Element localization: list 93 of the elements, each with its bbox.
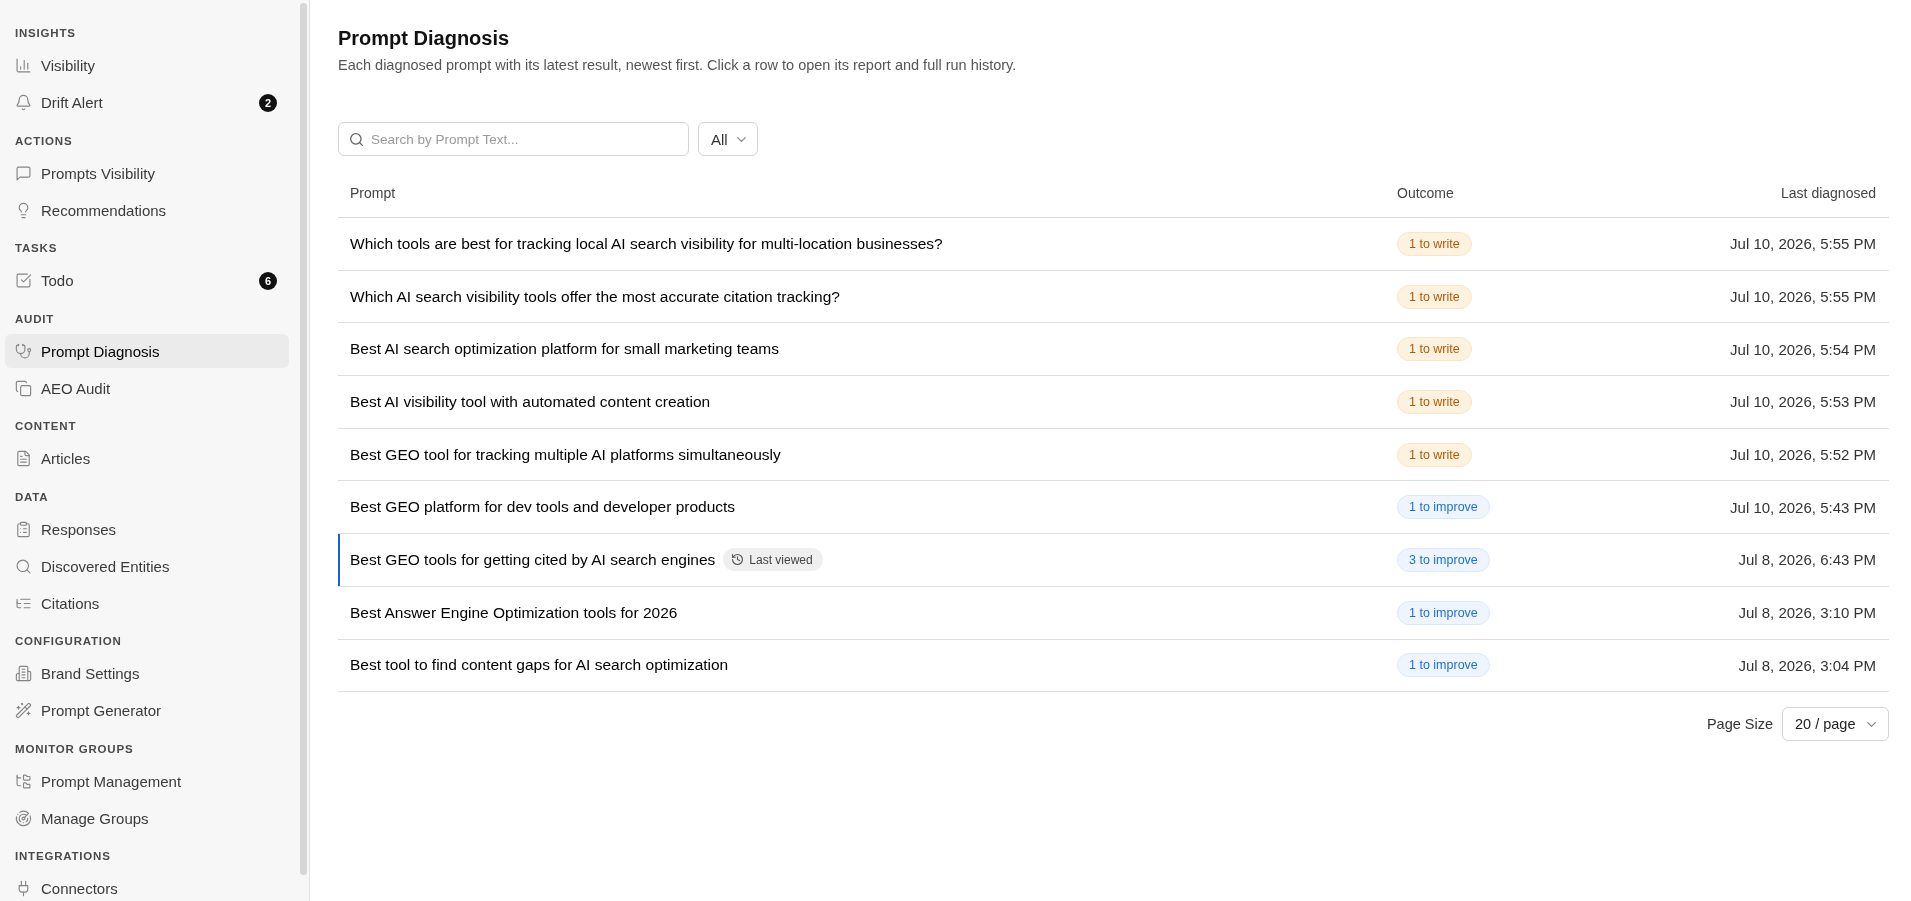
count-badge: 2 bbox=[259, 93, 277, 112]
document-icon bbox=[16, 451, 31, 466]
clipboard-icon bbox=[16, 521, 31, 537]
page-size-label: Page Size bbox=[1706, 716, 1773, 733]
table-row[interactable]: Which tools are best for tracking local AI search visibility for multi-location businesses? 1 to write Jul 10, 2026, 5:55 PM bbox=[338, 218, 1889, 271]
tag-label: Last viewed bbox=[749, 552, 813, 567]
radar-icon bbox=[16, 810, 31, 826]
prompt-text: Which AI search visibility tools offer the most accurate citation tracking? bbox=[350, 287, 840, 306]
outcome-badge: 1 to write bbox=[1397, 337, 1472, 362]
date-text: Jul 8, 2026, 6:43 PM bbox=[1738, 551, 1876, 569]
speech-bubble-icon bbox=[16, 165, 31, 181]
column-header: Last diagnosed bbox=[1781, 184, 1877, 201]
date-text: Jul 10, 2026, 5:54 PM bbox=[1730, 340, 1876, 358]
building-icon bbox=[16, 666, 31, 681]
section-heading: TASKS bbox=[14, 241, 59, 257]
section-heading: CONTENT bbox=[14, 419, 78, 435]
table-row[interactable]: Best AI search optimization platform for small marketing teams 1 to write Jul 10, 2026, 5:54 PM bbox=[338, 323, 1889, 377]
page-description: Each diagnosed prompt with its latest result, newest first. Click a row to open its report and full run history. bbox=[338, 56, 1018, 75]
pages-icon bbox=[16, 380, 31, 396]
date-text: Jul 8, 2026, 3:10 PM bbox=[1738, 604, 1876, 622]
column-header: Outcome bbox=[1396, 184, 1455, 201]
section-heading: ACTIONS bbox=[14, 133, 74, 149]
chevron-down-icon bbox=[1867, 721, 1876, 727]
prompt-text: Best GEO platform for dev tools and developer products bbox=[350, 498, 736, 517]
outcome-badge: 1 to improve bbox=[1397, 653, 1490, 678]
checked-square-icon bbox=[16, 273, 31, 288]
search-icon bbox=[350, 132, 363, 146]
page-title: Prompt Diagnosis bbox=[338, 26, 511, 51]
column-header: Prompt bbox=[349, 184, 397, 201]
prompt-text: Best Answer Engine Optimization tools for 2026 bbox=[350, 603, 678, 622]
section-heading: INTEGRATIONS bbox=[14, 849, 112, 865]
outcome-filter-dropdown[interactable]: All bbox=[698, 122, 758, 156]
section-heading: DATA bbox=[14, 489, 50, 505]
nav-item[interactable]: Prompt Diagnosis bbox=[5, 334, 289, 368]
prompt-text: Which tools are best for tracking local AI search visibility for multi-location businesses? bbox=[350, 234, 943, 253]
nav-item[interactable]: Articles bbox=[5, 441, 289, 476]
lightbulb-icon bbox=[16, 202, 31, 218]
page-size-dropdown[interactable]: 20 / page bbox=[1782, 707, 1889, 742]
table-row[interactable]: Which AI search visibility tools offer the most accurate citation tracking? 1 to write Jul 10, 2026, 5:55 PM bbox=[338, 270, 1889, 324]
stethoscope-icon bbox=[16, 343, 31, 359]
prompt-text: Best GEO tool for tracking multiple AI platforms simultaneously bbox=[350, 445, 781, 464]
prompt-text: Best GEO tools for getting cited by AI search engines bbox=[350, 550, 716, 569]
prompt-text: Best AI visibility tool with automated content creation bbox=[350, 392, 711, 411]
outcome-badge: 1 to write bbox=[1397, 442, 1472, 467]
section-heading: CONFIGURATION bbox=[14, 634, 123, 650]
outcome-badge: 1 to improve bbox=[1397, 600, 1490, 625]
date-text: Jul 10, 2026, 5:53 PM bbox=[1730, 393, 1876, 411]
magic-wand-icon bbox=[16, 703, 31, 718]
nav-item[interactable]: Visibility bbox=[5, 48, 289, 83]
section-heading: MONITOR GROUPS bbox=[14, 741, 135, 757]
nav-item[interactable]: Connectors bbox=[5, 871, 289, 901]
history-icon bbox=[732, 554, 744, 566]
prompt-text: Best tool to find content gaps for AI search optimization bbox=[350, 656, 729, 675]
outcome-badge: 1 to write bbox=[1397, 231, 1472, 256]
scrollbar-thumb[interactable] bbox=[300, 3, 307, 875]
outcome-badge: 1 to write bbox=[1397, 389, 1472, 414]
nav-item[interactable]: Citations bbox=[5, 586, 289, 620]
section-heading: INSIGHTS bbox=[14, 26, 77, 42]
nav-item[interactable]: Prompt Generator bbox=[5, 693, 289, 728]
nav-item[interactable]: Responses bbox=[5, 512, 289, 546]
date-text: Jul 8, 2026, 3:04 PM bbox=[1738, 656, 1876, 674]
table-row[interactable]: Best GEO tool for tracking multiple AI platforms simultaneously 1 to write Jul 10, 2026, 5:52 PM bbox=[338, 428, 1889, 482]
table-row[interactable]: Best GEO platform for dev tools and developer products 1 to improve Jul 10, 2026, 5:43 PM bbox=[338, 481, 1889, 535]
bar-chart-icon bbox=[16, 58, 31, 73]
date-text: Jul 10, 2026, 5:55 PM bbox=[1730, 288, 1876, 306]
count-badge: 6 bbox=[259, 271, 277, 290]
nav-item[interactable]: Todo 6 bbox=[5, 263, 289, 298]
nav-item[interactable]: Brand Settings bbox=[5, 656, 289, 691]
chevron-down-icon bbox=[736, 136, 746, 142]
nav-item[interactable]: Recommendations bbox=[5, 193, 289, 227]
section-heading: AUDIT bbox=[14, 311, 56, 327]
search-icon bbox=[16, 558, 31, 574]
plug-icon bbox=[16, 881, 31, 896]
table-row[interactable]: Best Answer Engine Optimization tools for 2026 1 to improve Jul 8, 2026, 3:10 PM bbox=[338, 586, 1889, 640]
nav-item[interactable]: AEO Audit bbox=[5, 371, 289, 405]
bell-icon bbox=[16, 95, 31, 110]
nav-item[interactable]: Drift Alert 2 bbox=[5, 85, 289, 120]
search-field[interactable]: Search by Prompt Text... bbox=[338, 122, 689, 156]
table-row[interactable]: Best tool to find content gaps for AI search optimization 1 to improve Jul 8, 2026, 3:04 PM bbox=[338, 639, 1889, 693]
nav-item[interactable]: Prompts Visibility bbox=[5, 156, 289, 190]
prompt-text: Best AI search optimization platform for small marketing teams bbox=[350, 340, 779, 359]
nav-item[interactable]: Prompt Management bbox=[5, 764, 289, 798]
table-row[interactable]: Best AI visibility tool with automated content creation 1 to write Jul 10, 2026, 5:53 PM bbox=[338, 376, 1889, 429]
nav-item[interactable]: Manage Groups bbox=[5, 801, 289, 835]
table-row[interactable]: Best GEO tools for getting cited by AI search engines Last viewed 3 to improve Jul 8, 2026, 6:43 PM bbox=[338, 534, 1889, 587]
folder-tree-icon bbox=[16, 773, 31, 789]
outcome-badge: 1 to improve bbox=[1397, 495, 1490, 520]
date-text: Jul 10, 2026, 5:43 PM bbox=[1730, 498, 1876, 516]
date-text: Jul 10, 2026, 5:52 PM bbox=[1730, 446, 1876, 464]
outcome-badge: 3 to improve bbox=[1397, 547, 1490, 572]
outcome-badge: 1 to write bbox=[1397, 284, 1472, 309]
nav-item[interactable]: Discovered Entities bbox=[5, 549, 289, 583]
date-text: Jul 10, 2026, 5:55 PM bbox=[1730, 235, 1876, 253]
